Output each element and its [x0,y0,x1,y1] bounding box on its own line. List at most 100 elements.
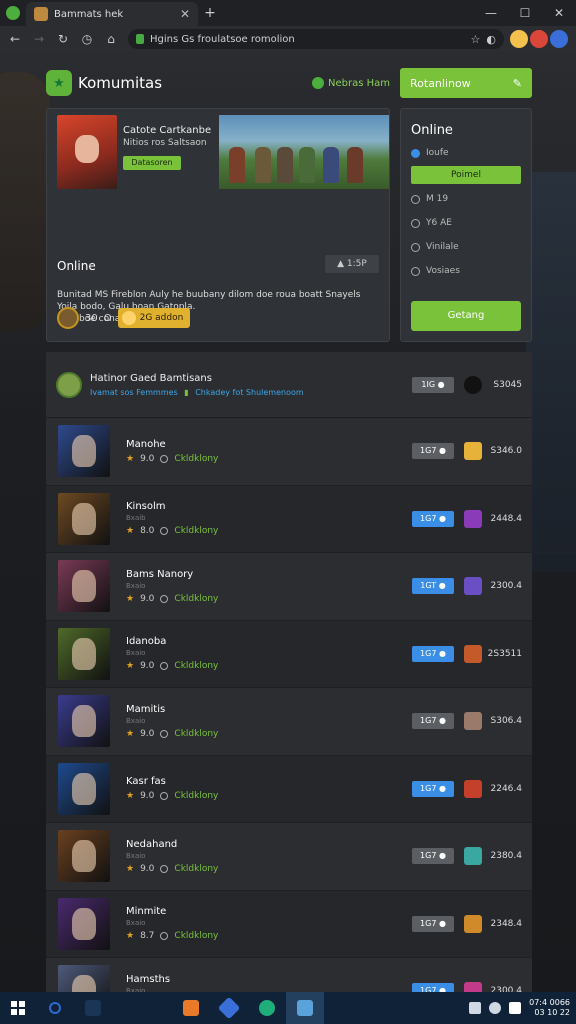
game-name[interactable]: Minmite [126,906,412,917]
game-badge[interactable]: 1G7 ● [412,848,454,865]
header-cta-button[interactable]: Rotanlinow ✎ [400,68,532,98]
windows-taskbar: 07:4 0066 03 10 22 [0,992,576,1024]
game-row[interactable]: Mamitis Bxaio ★ 9.0 Ckldklony 1G7 ● S306… [46,688,532,756]
home-icon[interactable]: ⌂ [100,28,122,50]
game-row[interactable]: Kinsolm Bxaib ★ 8.0 Ckldklony 1G7 ● 2448… [46,486,532,553]
banner-button[interactable]: Datasoren [123,156,181,170]
shield-extension-icon[interactable] [530,30,548,48]
featured-panel: Catote Cartkanbe Nitios ros Saltsaon Dat… [46,108,390,342]
game-badge[interactable]: 1G7 ● [412,645,454,662]
game-name[interactable]: Idanoba [126,636,412,647]
game-thumbnail[interactable] [58,425,110,478]
status-circle-icon [160,729,169,738]
banner-title: Catote Cartkanbe [123,125,212,136]
list-header-link-right[interactable]: Chkadey fot Shulemenoom [195,388,303,397]
address-bar[interactable]: Hgins Gs froulatsoe romolion ☆ ◐ [128,29,504,49]
game-name[interactable]: Manohe [126,439,412,450]
network-icon[interactable] [489,1002,502,1014]
maximize-button[interactable]: ☐ [508,6,542,20]
filter-cta-button[interactable]: Getang [411,301,521,331]
forward-icon[interactable]: → [28,28,50,50]
list-header-link-left[interactable]: Ivamat sos Femmmes [90,388,178,397]
game-row[interactable]: Hamsths Bxaio ★ 9.0 Ckldklony 1G7 ● 2300… [46,958,532,992]
featured-banner[interactable]: Catote Cartkanbe Nitios ros Saltsaon Dat… [51,113,389,191]
notification-icon[interactable] [469,1002,482,1014]
addon-button[interactable]: 2G addon [117,308,190,328]
globe-extension-icon[interactable] [550,30,568,48]
clock-time: 07:4 0066 [529,998,570,1007]
game-thumbnail[interactable] [58,965,110,992]
game-thumbnail[interactable] [58,695,110,748]
bookmark-star-icon[interactable]: ☆ [471,33,481,46]
filter-option[interactable]: Vosiaes [411,262,521,280]
user-avatar[interactable] [57,307,79,329]
footer-separator: O [103,312,112,324]
filter-option[interactable]: Ioufe [411,144,521,162]
emoji-extension-icon[interactable] [510,30,528,48]
game-name[interactable]: Kasr fas [126,776,412,787]
game-status: Ckldklony [174,931,219,942]
game-row[interactable]: Minmite Bxaio ★ 8.7 Ckldklony 1G7 ● 2348… [46,891,532,958]
game-name[interactable]: Bams Nanory [126,569,412,580]
game-row[interactable]: Idanoba Bxaio ★ 9.0 Ckldklony 1G7 ● 2S35… [46,621,532,688]
game-thumbnail[interactable] [58,897,110,950]
game-row[interactable]: Kasr fas ★ 9.0 Ckldklony 1G7 ● 2246.4 [46,756,532,823]
address-url[interactable]: Hgins Gs froulatsoe romolion [150,34,465,45]
taskbar-app-green-icon[interactable] [248,992,286,1024]
game-name[interactable]: Nedahand [126,839,412,850]
game-thumbnail[interactable] [58,492,110,545]
status-circle-icon [160,662,169,671]
status-circle-icon [160,864,169,873]
list-header-badge[interactable]: 1IG ● [412,376,454,393]
game-badge[interactable]: 1G7 ● [412,510,454,527]
back-icon[interactable]: ← [4,28,26,50]
game-meta: ★ 9.0 Ckldklony [126,661,412,671]
tab-close-icon[interactable]: ✕ [180,7,190,21]
game-name[interactable]: Mamitis [126,704,412,715]
game-row[interactable]: Bams Nanory Bxaio ★ 9.0 Ckldklony 1GT ● … [46,553,532,621]
taskbar-app-blue-icon[interactable] [210,992,248,1024]
filter-selected-button[interactable]: Poimel [411,166,521,184]
site-brand[interactable]: Komumitas [78,74,162,92]
new-tab-button[interactable]: + [198,5,222,21]
game-thumbnail[interactable] [58,560,110,613]
taskbar-app-browser-icon[interactable] [286,992,324,1024]
search-icon[interactable] [36,992,74,1024]
game-name[interactable]: Hamsths [126,974,412,985]
game-badge[interactable]: 1GT ● [412,578,454,595]
close-window-button[interactable]: ✕ [542,6,576,20]
status-indicator[interactable]: Nebras Ham [312,77,390,89]
game-price: S306.4 [490,716,522,727]
volume-icon[interactable] [509,1002,522,1014]
task-view-icon[interactable] [74,992,112,1024]
filter-option[interactable]: Vinilale [411,238,521,256]
game-thumbnail[interactable] [58,830,110,883]
list-header-avatar[interactable] [56,371,82,398]
featured-banner-copy: Catote Cartkanbe Nitios ros Saltsaon Dat… [123,113,219,191]
history-icon[interactable]: ◷ [76,28,98,50]
browser-tab[interactable]: Bammats hek ✕ [26,2,198,26]
game-thumbnail[interactable] [58,627,110,680]
filter-option[interactable]: Y6 AE [411,214,521,232]
reload-icon[interactable]: ↻ [52,28,74,50]
start-button[interactable] [0,992,36,1024]
featured-online-label: Online [57,259,96,273]
system-clock[interactable]: 07:4 0066 03 10 22 [529,998,570,1018]
game-badge[interactable]: 1G7 ● [412,915,454,932]
game-badge[interactable]: 1G7 ● [412,780,454,797]
game-thumbnail[interactable] [58,762,110,815]
featured-chip[interactable]: ▲ 1:5P [325,255,379,273]
game-name[interactable]: Kinsolm [126,501,412,512]
filter-option[interactable]: M 19 [411,190,521,208]
game-badge[interactable]: 1G7 ● [412,983,454,992]
taskbar-app-orange-icon[interactable] [172,992,210,1024]
minimize-button[interactable]: — [474,6,508,20]
game-price: 2380.4 [490,851,523,862]
game-row[interactable]: Manohe ★ 9.0 Ckldklony 1G7 ● S346.0 [46,418,532,486]
site-logo-icon[interactable]: ★ [46,70,72,96]
game-row[interactable]: Nedahand Bxaio ★ 9.0 Ckldklony 1G7 ● 238… [46,823,532,891]
browser-menu-icon[interactable] [0,0,26,26]
game-badge[interactable]: 1G7 ● [412,713,454,730]
extensions-icon[interactable]: ◐ [486,33,496,46]
game-badge[interactable]: 1G7 ● [412,443,454,460]
